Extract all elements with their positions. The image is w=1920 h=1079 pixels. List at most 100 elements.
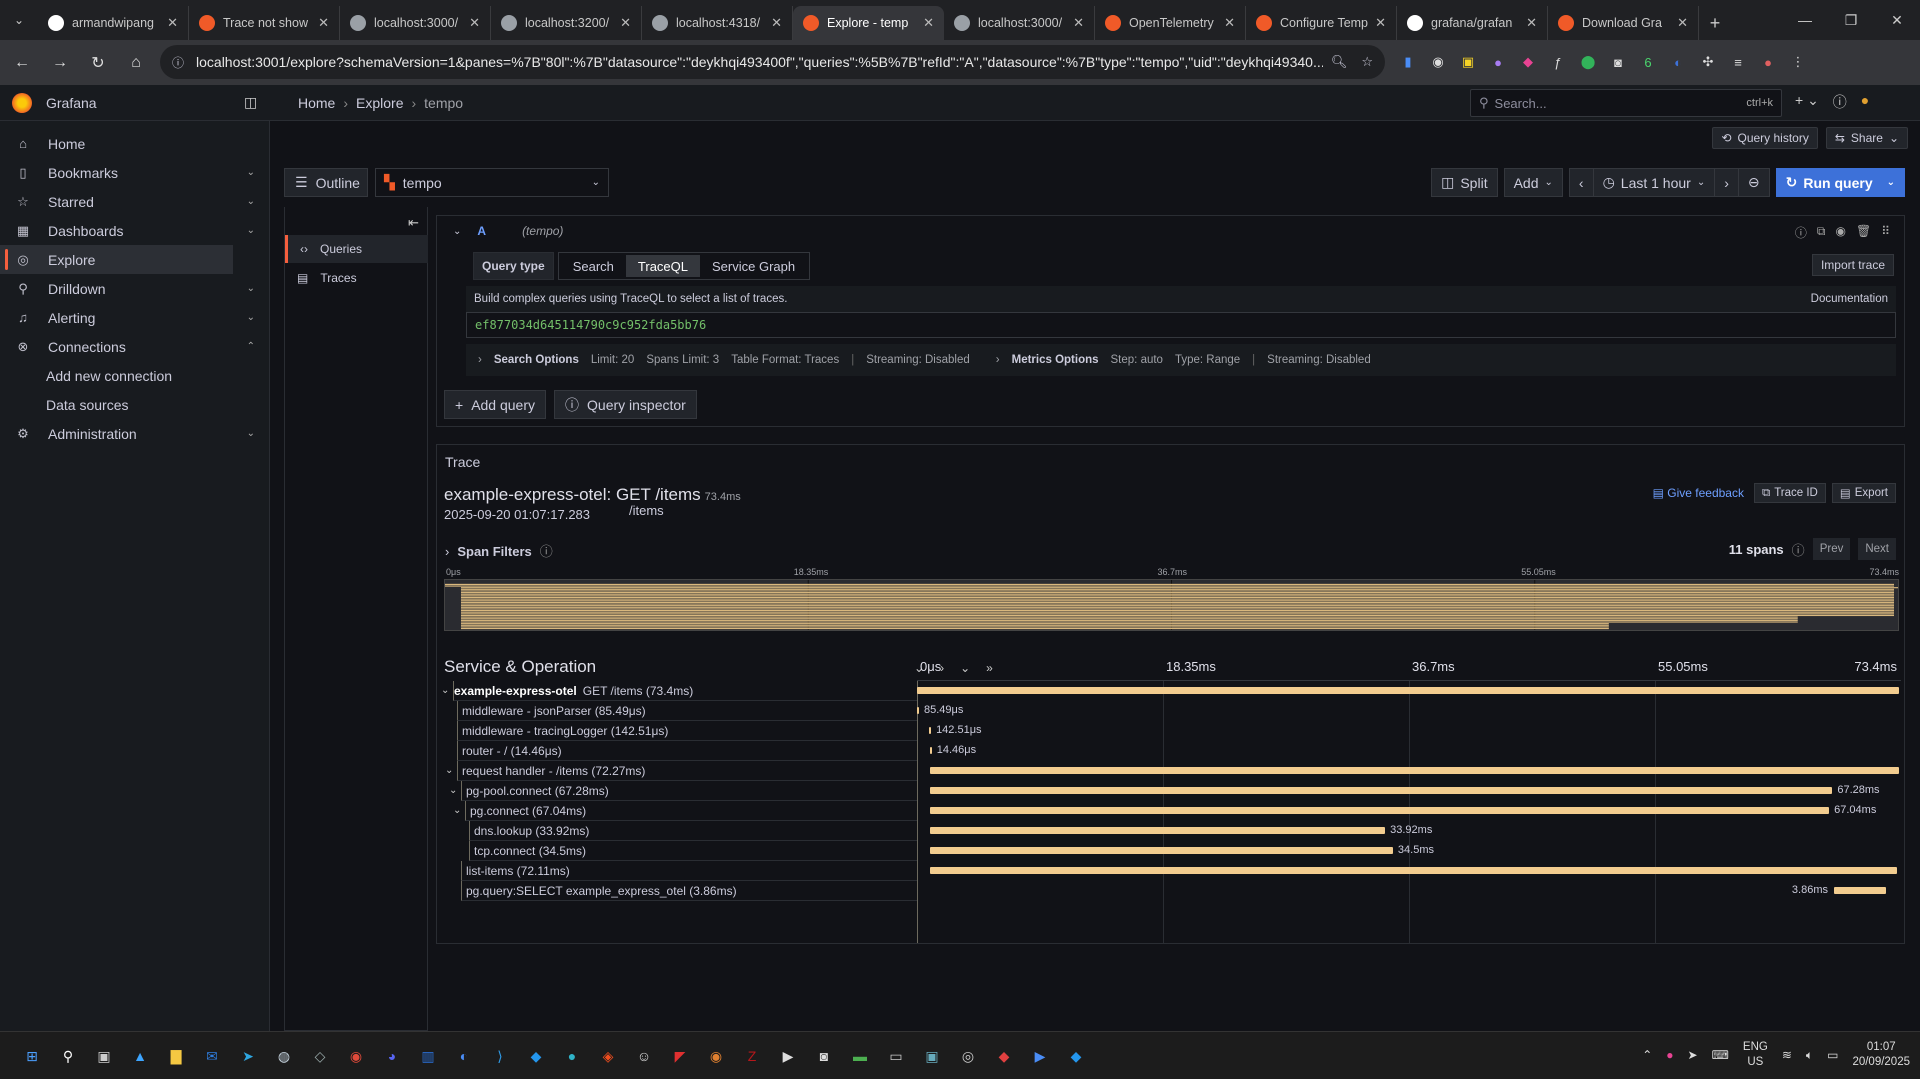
trace-minimap[interactable]: 0μs 18.35ms 36.7ms 55.05ms 73.4ms [444,567,1910,633]
sidebar-item-explore[interactable]: ◎ Explore [0,245,233,274]
span-row[interactable]: ⌄ example-express-otel GET /items (73.4ms) [437,681,1905,701]
sidebar-item-add-new-connection[interactable]: Add new connection [0,361,269,390]
chevron-icon[interactable]: ⌄ [247,312,255,323]
span-row[interactable]: ⌄ pg.connect (67.04ms) 67.04ms [437,801,1905,821]
chevron-icon[interactable]: ⌄ [247,225,255,236]
figma-icon[interactable]: ◈ [594,1042,622,1070]
minimize-icon[interactable]: — [1782,0,1828,40]
query-type-traceql[interactable]: TraceQL [625,255,700,277]
close-tab-icon[interactable]: ✕ [1526,15,1537,31]
wifi-icon[interactable]: ≋ [1782,1048,1792,1062]
span-bar[interactable] [930,767,1899,774]
outline-item-queries[interactable]: ‹› Queries [285,235,428,263]
span-row[interactable]: ⌄ request handler - /items (72.27ms) [437,761,1905,781]
chevron-icon[interactable]: ⌄ [247,167,255,178]
close-window-icon[interactable]: ✕ [1874,0,1920,40]
sidebar-item-drilldown[interactable]: ⚲ Drilldown ⌄ [0,274,269,303]
show-hidden-icons[interactable]: ⌃ [1642,1048,1652,1062]
close-tab-icon[interactable]: ✕ [923,15,934,31]
terminal-icon[interactable]: ▶ [774,1042,802,1070]
steam-icon[interactable]: ◍ [270,1042,298,1070]
docker-desktop-icon[interactable]: ◆ [1062,1042,1090,1070]
help-icon[interactable]: ⓘ [1833,92,1847,112]
query-type-service-graph[interactable]: Service Graph [700,255,807,277]
browser-tab[interactable]: grafana/grafan ✕ [1397,6,1548,40]
next-span-button[interactable]: Next [1858,538,1896,560]
span-label[interactable]: router - / (14.46μs) [457,741,917,761]
browser-tab[interactable]: localhost:3000/ ✕ [340,6,491,40]
app-icon[interactable]: ◇ [306,1042,334,1070]
close-tab-icon[interactable]: ✕ [1073,15,1084,31]
span-row[interactable]: tcp.connect (34.5ms) 34.5ms [437,841,1905,861]
minimap-canvas[interactable] [444,579,1910,631]
sidebar-item-bookmarks[interactable]: ▯ Bookmarks ⌄ [0,158,269,187]
sidebar-item-alerting[interactable]: ♫ Alerting ⌄ [0,303,269,332]
span-bar[interactable] [929,727,932,734]
extension-icon[interactable]: ▣ [1455,48,1481,76]
tray-telegram-icon[interactable]: ➤ [1688,1048,1698,1062]
dock-menu-icon[interactable]: ◫ [244,94,257,111]
span-bar[interactable] [930,787,1833,794]
task-view-icon[interactable]: ▣ [90,1042,118,1070]
export-button[interactable]: ▤ Export [1831,483,1896,503]
prev-span-button[interactable]: Prev [1812,538,1851,560]
outline-toggle-button[interactable]: ☰ Outline [284,168,368,197]
photos-icon[interactable]: ▲ [126,1042,154,1070]
app-icon[interactable]: ▣ [918,1042,946,1070]
close-tab-icon[interactable]: ✕ [1224,15,1235,31]
span-label[interactable]: pg-pool.connect (67.28ms) [461,781,917,801]
extension-icon[interactable]: ◆ [1515,48,1541,76]
eye-icon[interactable]: ◉ [1835,224,1845,241]
app-icon[interactable]: ▥ [414,1042,442,1070]
datasource-picker[interactable]: ▚ tempo ⌄ [375,168,609,197]
close-tab-icon[interactable]: ✕ [318,15,329,31]
documentation-link[interactable]: Documentation [1811,293,1888,305]
span-row[interactable]: pg.query:SELECT example_express_otel (3.… [437,881,1905,901]
bookmark-star-icon[interactable]: ☆ [1361,54,1373,70]
sidebar-item-starred[interactable]: ☆ Starred ⌄ [0,187,269,216]
app-icon[interactable]: ◙ [810,1042,838,1070]
user-avatar[interactable]: ● [1861,92,1869,112]
sidebar-item-dashboards[interactable]: ▦ Dashboards ⌄ [0,216,269,245]
url-field[interactable]: ⓘ localhost:3001/explore?schemaVersion=1… [160,45,1385,79]
discord-icon[interactable]: ◕ [378,1042,406,1070]
share-button[interactable]: ⇆ Share ⌄ [1825,127,1908,149]
close-tab-icon[interactable]: ✕ [1677,15,1688,31]
vscode-icon[interactable]: ⟩ [486,1042,514,1070]
restore-icon[interactable]: ❐ [1828,0,1874,40]
collapse-outline-icon[interactable]: ⇤ [408,215,419,231]
back-icon[interactable]: ← [6,47,38,79]
file-explorer-icon[interactable]: ▇ [162,1042,190,1070]
trash-icon[interactable]: 🗑︎ [1856,224,1871,241]
time-forward-button[interactable]: › [1715,168,1739,197]
time-range-picker[interactable]: ◷ Last 1 hour ⌄ [1593,168,1716,197]
span-label[interactable]: example-express-otel GET /items (73.4ms) [453,681,917,701]
close-tab-icon[interactable]: ✕ [469,15,480,31]
search-options-toggle[interactable]: › [478,354,482,366]
clock[interactable]: 01:07 20/09/2025 [1852,1040,1910,1070]
span-row[interactable]: middleware - tracingLogger (142.51μs) 142… [437,721,1905,741]
sidebar-item-administration[interactable]: ⚙ Administration ⌄ [0,419,269,448]
new-tab-button[interactable]: + [1699,6,1731,40]
run-query-button[interactable]: ↻ Run query ⌄ [1775,168,1905,197]
app-icon[interactable]: ▬ [846,1042,874,1070]
span-label[interactable]: middleware - tracingLogger (142.51μs) [457,721,917,741]
browser-tab[interactable]: Explore - temp ✕ [793,6,944,40]
telegram-icon[interactable]: ➤ [234,1042,262,1070]
extension-icon[interactable]: ◙ [1605,48,1631,76]
browser-tab[interactable]: localhost:3000/ ✕ [944,6,1095,40]
chevron-icon[interactable]: ⌄ [247,283,255,294]
span-toggle-icon[interactable]: ⌄ [441,685,449,696]
span-bar[interactable] [930,827,1386,834]
traceql-editor[interactable]: ef877034d645114790c9c952fda5bb76 [466,312,1896,338]
extension-icon[interactable]: ◉ [1425,48,1451,76]
import-trace-button[interactable]: Import trace [1811,254,1894,276]
browser-tab[interactable]: OpenTelemetry ✕ [1095,6,1246,40]
language-indicator[interactable]: ENG US [1743,1040,1768,1070]
outline-item-traces[interactable]: ▤ Traces [285,264,428,292]
span-label[interactable]: tcp.connect (34.5ms) [469,841,917,861]
span-row[interactable]: dns.lookup (33.92ms) 33.92ms [437,821,1905,841]
span-label[interactable]: list-items (72.11ms) [461,861,917,881]
app-icon[interactable]: ● [558,1042,586,1070]
span-bar[interactable] [930,807,1830,814]
